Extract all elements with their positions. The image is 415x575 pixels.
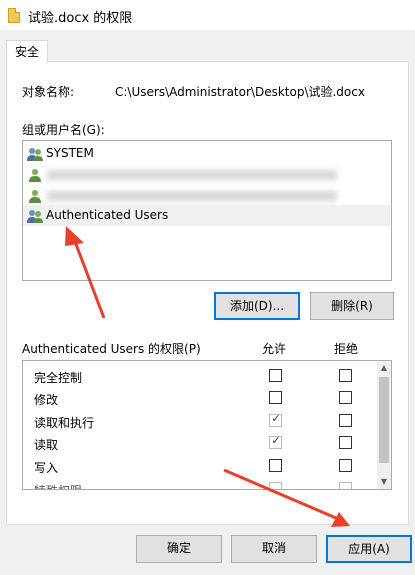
allow-header: 允许 <box>262 342 287 356</box>
allow-checkbox[interactable] <box>269 391 282 404</box>
permissions-label: Authenticated Users 的权限(P) <box>22 342 201 356</box>
tab-security[interactable]: 安全 <box>6 40 48 63</box>
list-item[interactable]: SYSTEM <box>23 143 391 164</box>
allow-checkbox[interactable] <box>269 482 282 489</box>
allow-checkbox[interactable] <box>269 369 282 382</box>
cancel-button[interactable]: 取消 <box>231 535 317 563</box>
redacted-user-name <box>47 170 337 180</box>
permission-row: 读取和执行 ✓ <box>23 410 378 432</box>
scroll-up-icon[interactable]: ▲ <box>377 361 391 375</box>
permission-name: 特殊权限 <box>34 482 82 489</box>
user-name: Authenticated Users <box>46 208 169 222</box>
permission-row: 修改 <box>23 387 378 409</box>
user-icon <box>29 190 41 203</box>
permission-name: 读取和执行 <box>34 416 95 430</box>
title-bar: 试验.docx 的权限 <box>0 0 415 30</box>
object-name-label: 对象名称: <box>22 85 75 99</box>
permission-name: 完全控制 <box>34 371 83 385</box>
user-name: SYSTEM <box>46 146 94 160</box>
apply-button[interactable]: 应用(A) <box>326 535 412 563</box>
deny-checkbox[interactable] <box>339 391 352 404</box>
check-icon: ✓ <box>271 434 281 447</box>
list-item-selected[interactable]: Authenticated Users <box>23 205 391 226</box>
permission-row: 写入 <box>23 455 378 477</box>
users-listbox[interactable]: SYSTEM Authenticated Users <box>22 140 392 281</box>
deny-checkbox[interactable] <box>339 459 352 472</box>
permission-row: 读取 ✓ <box>23 432 378 454</box>
allow-checkbox[interactable]: ✓ <box>269 434 282 449</box>
deny-checkbox[interactable] <box>339 482 352 489</box>
groups-label: 组或用户名(G): <box>22 123 105 137</box>
deny-checkbox[interactable] <box>339 414 352 427</box>
user-group-icon <box>27 148 43 161</box>
deny-checkbox[interactable] <box>339 369 352 382</box>
add-button[interactable]: 添加(D)... <box>214 292 300 320</box>
deny-checkbox[interactable] <box>339 436 352 449</box>
list-item[interactable] <box>23 185 391 206</box>
object-name-value: C:\Users\Administrator\Desktop\试验.docx <box>115 85 365 99</box>
vertical-scrollbar[interactable]: ▲ ▼ <box>377 361 391 489</box>
redacted-user-name <box>47 191 337 201</box>
permissions-list[interactable]: 完全控制 修改 读取和执行 ✓ 读取 ✓ 写入 特殊权限 ▲ ▼ <box>22 360 392 490</box>
file-icon <box>8 8 20 23</box>
user-group-icon <box>27 210 43 223</box>
allow-checkbox[interactable]: ✓ <box>269 412 282 427</box>
deny-header: 拒绝 <box>334 342 359 356</box>
ok-button[interactable]: 确定 <box>136 535 222 563</box>
permission-name: 写入 <box>34 461 59 475</box>
scroll-thumb[interactable] <box>379 377 389 463</box>
window-title: 试验.docx 的权限 <box>28 11 133 26</box>
list-item[interactable] <box>23 164 391 185</box>
permission-name: 读取 <box>34 438 59 452</box>
user-icon <box>29 169 41 182</box>
remove-button[interactable]: 删除(R) <box>310 292 394 320</box>
allow-checkbox[interactable] <box>269 459 282 472</box>
permission-row: 特殊权限 <box>23 478 378 489</box>
permission-name: 修改 <box>34 393 59 407</box>
scroll-down-icon[interactable]: ▼ <box>377 475 391 489</box>
permission-row: 完全控制 <box>23 365 378 387</box>
check-icon: ✓ <box>271 412 281 425</box>
